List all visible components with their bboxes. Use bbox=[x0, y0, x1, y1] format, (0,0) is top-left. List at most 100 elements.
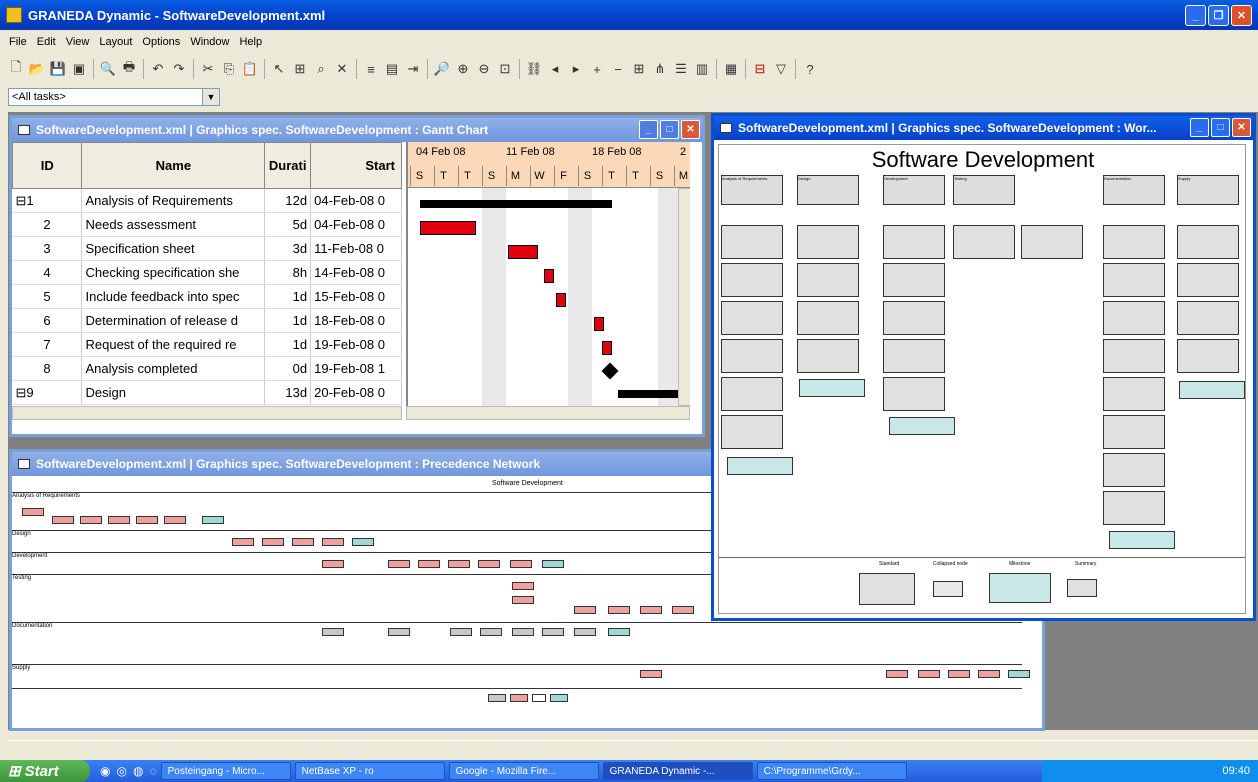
table-row[interactable]: 6 Determination of release d 1d 18-Feb-08 0 bbox=[12, 308, 402, 333]
paste-icon[interactable]: 📋 bbox=[240, 59, 260, 79]
network-node[interactable] bbox=[322, 560, 344, 568]
network-node[interactable] bbox=[136, 516, 158, 524]
gantt-maximize-button[interactable]: □ bbox=[660, 120, 679, 139]
network-node[interactable] bbox=[574, 606, 596, 614]
pointer-icon[interactable]: ↖ bbox=[269, 59, 289, 79]
network-node[interactable] bbox=[108, 516, 130, 524]
gantt-window[interactable]: SoftwareDevelopment.xml | Graphics spec.… bbox=[9, 115, 705, 437]
find-icon[interactable]: ⌕ bbox=[311, 59, 331, 79]
redo-icon[interactable]: ↷ bbox=[169, 59, 189, 79]
table-row[interactable]: 4 Checking specification she 8h 14-Feb-08 0 bbox=[12, 260, 402, 285]
network-node[interactable] bbox=[510, 560, 532, 568]
link-icon[interactable]: ⛓ bbox=[524, 59, 544, 79]
open-folder-icon[interactable]: 📂 bbox=[27, 59, 47, 79]
table-icon[interactable]: ⊞ bbox=[290, 59, 310, 79]
wbs-node[interactable] bbox=[721, 377, 783, 411]
delete-icon[interactable]: ✕ bbox=[332, 59, 352, 79]
network-node[interactable] bbox=[450, 628, 472, 636]
network-node[interactable] bbox=[480, 628, 502, 636]
close-button[interactable]: ✕ bbox=[1231, 5, 1252, 26]
table-row[interactable]: 3 Specification sheet 3d 11-Feb-08 0 bbox=[12, 236, 402, 261]
zoom-out-icon[interactable]: ⊖ bbox=[474, 59, 494, 79]
wbs-node[interactable] bbox=[1177, 339, 1239, 373]
wbs-node[interactable] bbox=[1177, 225, 1239, 259]
network-node[interactable] bbox=[608, 606, 630, 614]
network-node[interactable] bbox=[418, 560, 440, 568]
network-node[interactable] bbox=[640, 606, 662, 614]
network-milestone[interactable] bbox=[542, 560, 564, 568]
wbs-node[interactable] bbox=[1103, 491, 1165, 525]
network-node[interactable] bbox=[978, 670, 1000, 678]
wbs-node[interactable] bbox=[721, 301, 783, 335]
wbs-node[interactable] bbox=[1103, 301, 1165, 335]
wbs-node[interactable]: Development bbox=[883, 175, 945, 205]
network-node[interactable] bbox=[512, 596, 534, 604]
wbs-node[interactable] bbox=[1177, 263, 1239, 297]
quicklaunch-icon[interactable]: ◎ bbox=[116, 764, 126, 778]
wbs-node[interactable] bbox=[721, 225, 783, 259]
wbs-node[interactable] bbox=[1103, 453, 1165, 487]
gantt-window-titlebar[interactable]: SoftwareDevelopment.xml | Graphics spec.… bbox=[12, 118, 702, 142]
zoom-icon[interactable]: 🔎 bbox=[432, 59, 452, 79]
network-node[interactable] bbox=[574, 628, 596, 636]
task-bar[interactable] bbox=[420, 221, 476, 235]
network-node[interactable] bbox=[322, 538, 344, 546]
network-node[interactable] bbox=[52, 516, 74, 524]
wbs-node[interactable]: Documentation bbox=[1103, 175, 1165, 205]
wbs-node[interactable] bbox=[883, 263, 945, 297]
taskbar-item[interactable]: C:\Programme\Grdy... bbox=[756, 762, 907, 780]
summary-bar[interactable] bbox=[420, 200, 612, 208]
menu-options[interactable]: Options bbox=[137, 36, 185, 48]
network-node[interactable] bbox=[672, 606, 694, 614]
table-row[interactable]: ⊟9 Design 13d 20-Feb-08 0 bbox=[12, 380, 402, 405]
wbs-node[interactable] bbox=[1177, 301, 1239, 335]
chevron-down-icon[interactable]: ▼ bbox=[202, 89, 219, 105]
minimize-button[interactable]: _ bbox=[1185, 5, 1206, 26]
wbs-node[interactable] bbox=[721, 339, 783, 373]
copy-icon[interactable]: ⎘ bbox=[219, 59, 239, 79]
chart-horizontal-scrollbar[interactable] bbox=[406, 406, 690, 420]
network-node[interactable] bbox=[918, 670, 940, 678]
network-node[interactable] bbox=[886, 670, 908, 678]
wbs-window[interactable]: SoftwareDevelopment.xml | Graphics spec.… bbox=[711, 113, 1256, 621]
wbs-node[interactable] bbox=[883, 225, 945, 259]
wbs-node[interactable]: Testing bbox=[953, 175, 1015, 205]
wbs-node[interactable] bbox=[1021, 225, 1083, 259]
clock[interactable]: 09:40 bbox=[1222, 765, 1250, 777]
task-bar[interactable] bbox=[508, 245, 538, 259]
hierarchy-icon[interactable]: ⋔ bbox=[650, 59, 670, 79]
wbs-node[interactable] bbox=[883, 377, 945, 411]
table-row[interactable]: 2 Needs assessment 5d 04-Feb-08 0 bbox=[12, 212, 402, 237]
wbs-milestone[interactable] bbox=[1179, 381, 1245, 399]
properties-icon[interactable]: ▦ bbox=[721, 59, 741, 79]
collapse-icon[interactable]: − bbox=[608, 59, 628, 79]
arrow-right-icon[interactable]: ▸ bbox=[566, 59, 586, 79]
quicklaunch-icon[interactable]: ◍ bbox=[133, 764, 143, 778]
network-node[interactable] bbox=[262, 538, 284, 546]
taskbar-item[interactable]: Posteingang - Micro... bbox=[160, 762, 291, 780]
collapse-toggle-icon[interactable]: ⊟ bbox=[16, 193, 27, 208]
start-button[interactable]: ⊞ Start bbox=[0, 760, 90, 782]
zoom-in-icon[interactable]: ⊕ bbox=[453, 59, 473, 79]
wbs-node[interactable] bbox=[1103, 263, 1165, 297]
network-node[interactable] bbox=[22, 508, 44, 516]
wbs-node[interactable] bbox=[721, 263, 783, 297]
network-node[interactable] bbox=[322, 628, 344, 636]
zoom-fit-icon[interactable]: ⊡ bbox=[495, 59, 515, 79]
gantt-icon[interactable]: ▤ bbox=[382, 59, 402, 79]
quicklaunch-icon[interactable]: ◉ bbox=[100, 764, 110, 778]
table-horizontal-scrollbar[interactable] bbox=[12, 406, 402, 420]
gantt-chart-area[interactable]: 04 Feb 08 11 Feb 08 18 Feb 08 2 S T T S … bbox=[406, 142, 690, 406]
gantt-close-button[interactable]: ✕ bbox=[681, 120, 700, 139]
menu-view[interactable]: View bbox=[61, 36, 95, 48]
chart-icon[interactable]: ▥ bbox=[692, 59, 712, 79]
wbs-close-button[interactable]: ✕ bbox=[1232, 118, 1251, 137]
col-header-duration[interactable]: Durati bbox=[264, 142, 312, 189]
menu-layout[interactable]: Layout bbox=[94, 36, 137, 48]
taskbar-item[interactable]: Google - Mozilla Fire... bbox=[448, 762, 599, 780]
table-row[interactable]: 7 Request of the required re 1d 19-Feb-08 0 bbox=[12, 332, 402, 357]
table-row[interactable]: 8 Analysis completed 0d 19-Feb-08 1 bbox=[12, 356, 402, 381]
task-bar[interactable] bbox=[602, 341, 612, 355]
task-filter-select[interactable]: <All tasks> ▼ bbox=[8, 88, 220, 106]
table-row[interactable]: ⊟1 Analysis of Requirements 12d 04-Feb-08 0 bbox=[12, 188, 402, 213]
